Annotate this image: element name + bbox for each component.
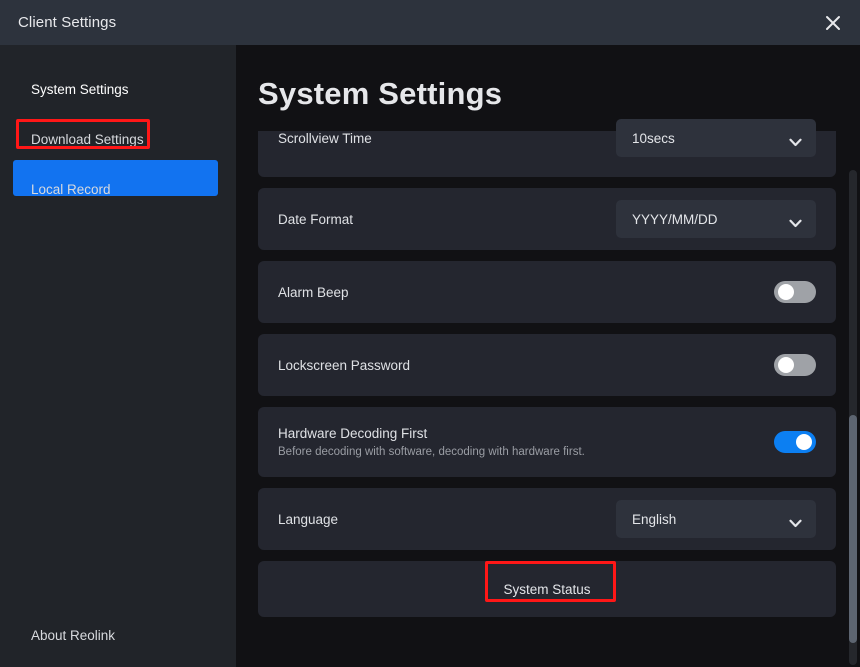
setting-row-scrollview-time: Scrollview Time 10secs — [258, 119, 836, 177]
row-label-wrap: Scrollview Time — [278, 131, 616, 146]
setting-row-lockscreen-password: Lockscreen Password — [258, 334, 836, 396]
sidebar: System Settings Download Settings Local … — [0, 45, 236, 667]
sidebar-item-label: Download Settings — [31, 131, 144, 147]
sidebar-item-label: Local Record — [31, 181, 111, 197]
date-format-dropdown[interactable]: YYYY/MM/DD — [616, 200, 816, 238]
chevron-down-icon — [789, 134, 802, 146]
alarm-beep-toggle[interactable] — [774, 281, 816, 303]
settings-list: Scrollview Time 10secs Date Format YYYY/… — [258, 119, 836, 628]
row-label-wrap: Lockscreen Password — [278, 358, 774, 373]
setting-label: Alarm Beep — [278, 284, 349, 300]
dropdown-value: English — [632, 511, 677, 527]
setting-label: Lockscreen Password — [278, 357, 411, 373]
row-label-wrap: Alarm Beep — [278, 285, 774, 300]
close-button[interactable] — [806, 0, 860, 45]
dropdown-value: YYYY/MM/DD — [632, 211, 718, 227]
setting-row-date-format: Date Format YYYY/MM/DD — [258, 188, 836, 250]
dropdown-value: 10secs — [632, 130, 675, 146]
chevron-down-icon — [789, 215, 802, 227]
toggle-knob — [796, 434, 812, 450]
sidebar-item-about-reolink[interactable]: About Reolink — [31, 628, 115, 643]
language-dropdown[interactable]: English — [616, 500, 816, 538]
chevron-down-icon — [789, 515, 802, 527]
sidebar-item-download-settings[interactable]: Download Settings — [0, 120, 236, 158]
setting-label: Date Format — [278, 211, 354, 227]
toggle-knob — [778, 284, 794, 300]
sidebar-nav: System Settings Download Settings Local … — [0, 45, 236, 208]
sidebar-item-system-settings[interactable]: System Settings — [0, 70, 236, 108]
page-title: System Settings — [258, 76, 503, 111]
setting-label: Hardware Decoding First — [278, 426, 428, 441]
setting-label: Language — [278, 511, 339, 527]
sidebar-item-label: System Settings — [31, 81, 129, 97]
close-icon — [823, 13, 843, 33]
setting-row-hardware-decoding-first: Hardware Decoding First Before decoding … — [258, 407, 836, 477]
hardware-decoding-toggle[interactable] — [774, 431, 816, 453]
system-status-button[interactable]: System Status — [485, 574, 608, 605]
setting-label: Scrollview Time — [278, 131, 372, 146]
window-title: Client Settings — [18, 14, 117, 31]
lockscreen-password-toggle[interactable] — [774, 354, 816, 376]
toggle-knob — [778, 357, 794, 373]
scrollview-time-dropdown[interactable]: 10secs — [616, 119, 816, 157]
window-titlebar: Client Settings — [0, 0, 860, 45]
setting-row-system-status: System Status — [258, 561, 836, 617]
setting-row-alarm-beep: Alarm Beep — [258, 261, 836, 323]
setting-row-language: Language English — [258, 488, 836, 550]
sidebar-item-local-record[interactable]: Local Record — [0, 170, 236, 208]
main-content: System Settings Scrollview Time 10secs D… — [236, 45, 860, 667]
row-label-wrap: Date Format — [278, 212, 616, 227]
row-label-wrap: Language — [278, 512, 616, 527]
setting-sublabel: Before decoding with software, decoding … — [278, 446, 585, 458]
client-settings-window: Client Settings System Settings Download… — [0, 0, 860, 667]
row-label-wrap: Hardware Decoding First Before decoding … — [278, 426, 774, 458]
scrollbar-thumb[interactable] — [849, 415, 857, 643]
